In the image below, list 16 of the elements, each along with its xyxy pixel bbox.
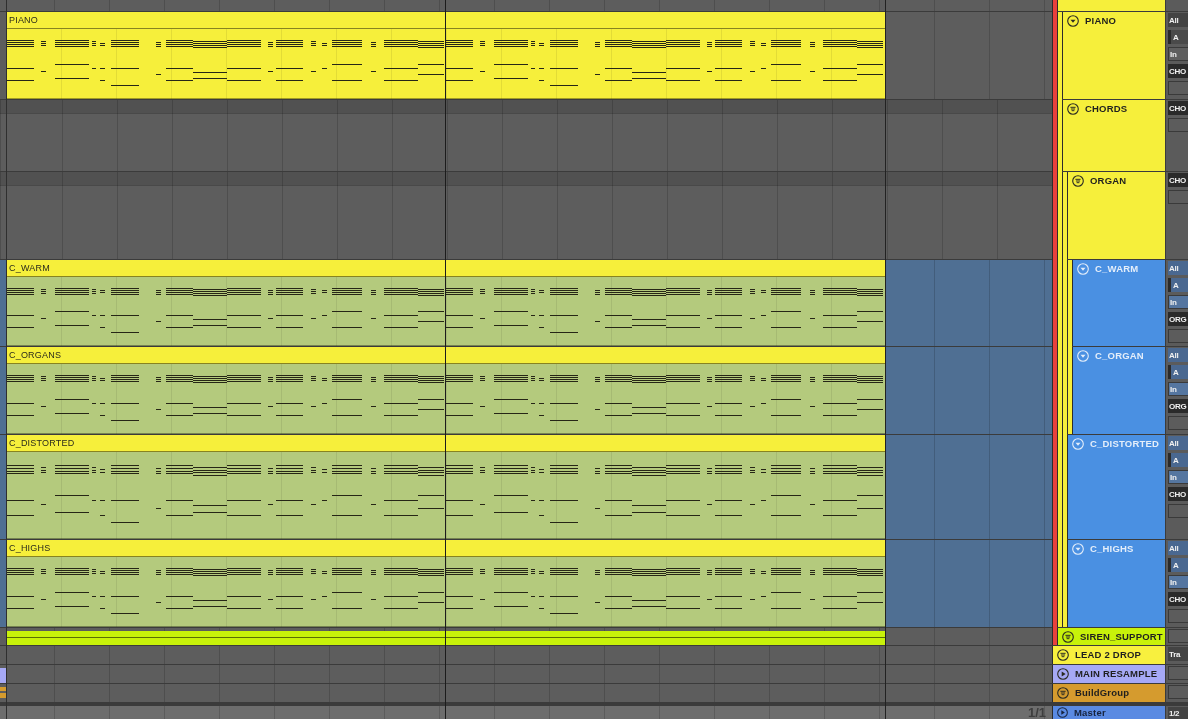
track-header[interactable]: Master	[1052, 706, 1165, 719]
play-icon[interactable]	[1057, 668, 1069, 680]
clip-edge[interactable]	[0, 687, 6, 698]
track-name: MAIN RESAMPLE	[1075, 668, 1158, 680]
lines-icon[interactable]	[1057, 687, 1069, 699]
dropdown[interactable]: 1/2	[1168, 707, 1188, 719]
track-header[interactable]: BuildGroup	[1052, 684, 1165, 702]
track-name: BuildGroup	[1075, 687, 1130, 699]
track-name: Master	[1074, 706, 1106, 719]
track-header[interactable]: MAIN RESAMPLE	[1052, 665, 1165, 683]
track-name: LEAD 2 DROP	[1075, 649, 1142, 661]
dropdown[interactable]: Tra	[1168, 647, 1188, 661]
play-icon[interactable]	[1057, 707, 1068, 718]
lines-icon[interactable]	[1057, 649, 1069, 661]
clip-edge[interactable]	[0, 668, 6, 683]
track-header[interactable]: LEAD 2 DROP	[1052, 646, 1165, 664]
